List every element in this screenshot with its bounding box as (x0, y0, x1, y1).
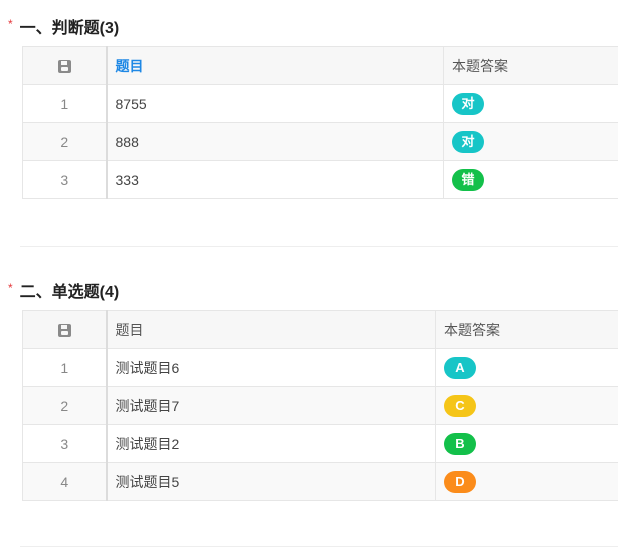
question-cell[interactable]: 测试题目5 (106, 462, 436, 501)
row-index: 2 (22, 122, 108, 161)
index-header[interactable] (22, 310, 108, 349)
question-cell[interactable]: 8755 (106, 84, 444, 123)
answer-cell: D (435, 462, 618, 501)
row-index: 1 (22, 84, 108, 123)
table-header: 题目 本题答案 (22, 310, 618, 349)
question-cell[interactable]: 888 (106, 122, 444, 161)
table-row[interactable]: 3 333 错 (22, 160, 618, 199)
answer-cell: C (435, 386, 618, 425)
row-index: 2 (22, 386, 108, 425)
table-row[interactable]: 2 888 对 (22, 122, 618, 161)
row-index: 3 (22, 160, 108, 199)
section-title-text: 二、单选题(4) (19, 284, 120, 301)
required-mark: * (8, 281, 13, 295)
answer-cell: 对 (443, 84, 618, 123)
section-divider (20, 246, 618, 247)
row-index: 1 (22, 348, 108, 387)
section-title-text: 一、判断题(3) (19, 20, 120, 37)
answer-cell: 错 (443, 160, 618, 199)
question-cell[interactable]: 测试题目7 (106, 386, 436, 425)
section-title: * 二、单选题(4) (8, 280, 120, 301)
answer-badge: 错 (452, 168, 484, 191)
question-cell[interactable]: 测试题目6 (106, 348, 436, 387)
save-icon[interactable] (57, 324, 71, 338)
section-divider (20, 546, 618, 547)
table-row[interactable]: 2 测试题目7 C (22, 386, 618, 425)
answer-badge: B (444, 432, 476, 455)
answer-column-header[interactable]: 本题答案 (443, 46, 618, 85)
table-row[interactable]: 1 测试题目6 A (22, 348, 618, 387)
answer-badge: D (444, 470, 476, 493)
table-row[interactable]: 1 8755 对 (22, 84, 618, 123)
answer-cell: B (435, 424, 618, 463)
answer-cell: A (435, 348, 618, 387)
answer-badge: C (444, 394, 476, 417)
answer-badge: A (444, 356, 476, 379)
true-false-table: 题目 本题答案 1 8755 对 2 888 对 3 333 错 (22, 46, 618, 199)
table-row[interactable]: 4 测试题目5 D (22, 462, 618, 501)
section-title: * 一、判断题(3) (8, 16, 120, 37)
answer-badge: 对 (452, 92, 484, 115)
row-index: 4 (22, 462, 108, 501)
table-row[interactable]: 3 测试题目2 B (22, 424, 618, 463)
question-column-header[interactable]: 题目 (106, 46, 444, 85)
question-cell[interactable]: 测试题目2 (106, 424, 436, 463)
single-choice-table: 题目 本题答案 1 测试题目6 A 2 测试题目7 C 3 测试题目2 B 4 (22, 310, 618, 501)
required-mark: * (8, 17, 13, 31)
table-header: 题目 本题答案 (22, 46, 618, 85)
answer-badge: 对 (452, 130, 484, 153)
row-index: 3 (22, 424, 108, 463)
answer-cell: 对 (443, 122, 618, 161)
question-cell[interactable]: 333 (106, 160, 444, 199)
index-header[interactable] (22, 46, 108, 85)
save-icon[interactable] (57, 60, 71, 74)
answer-column-header[interactable]: 本题答案 (435, 310, 618, 349)
question-column-header[interactable]: 题目 (106, 310, 436, 349)
